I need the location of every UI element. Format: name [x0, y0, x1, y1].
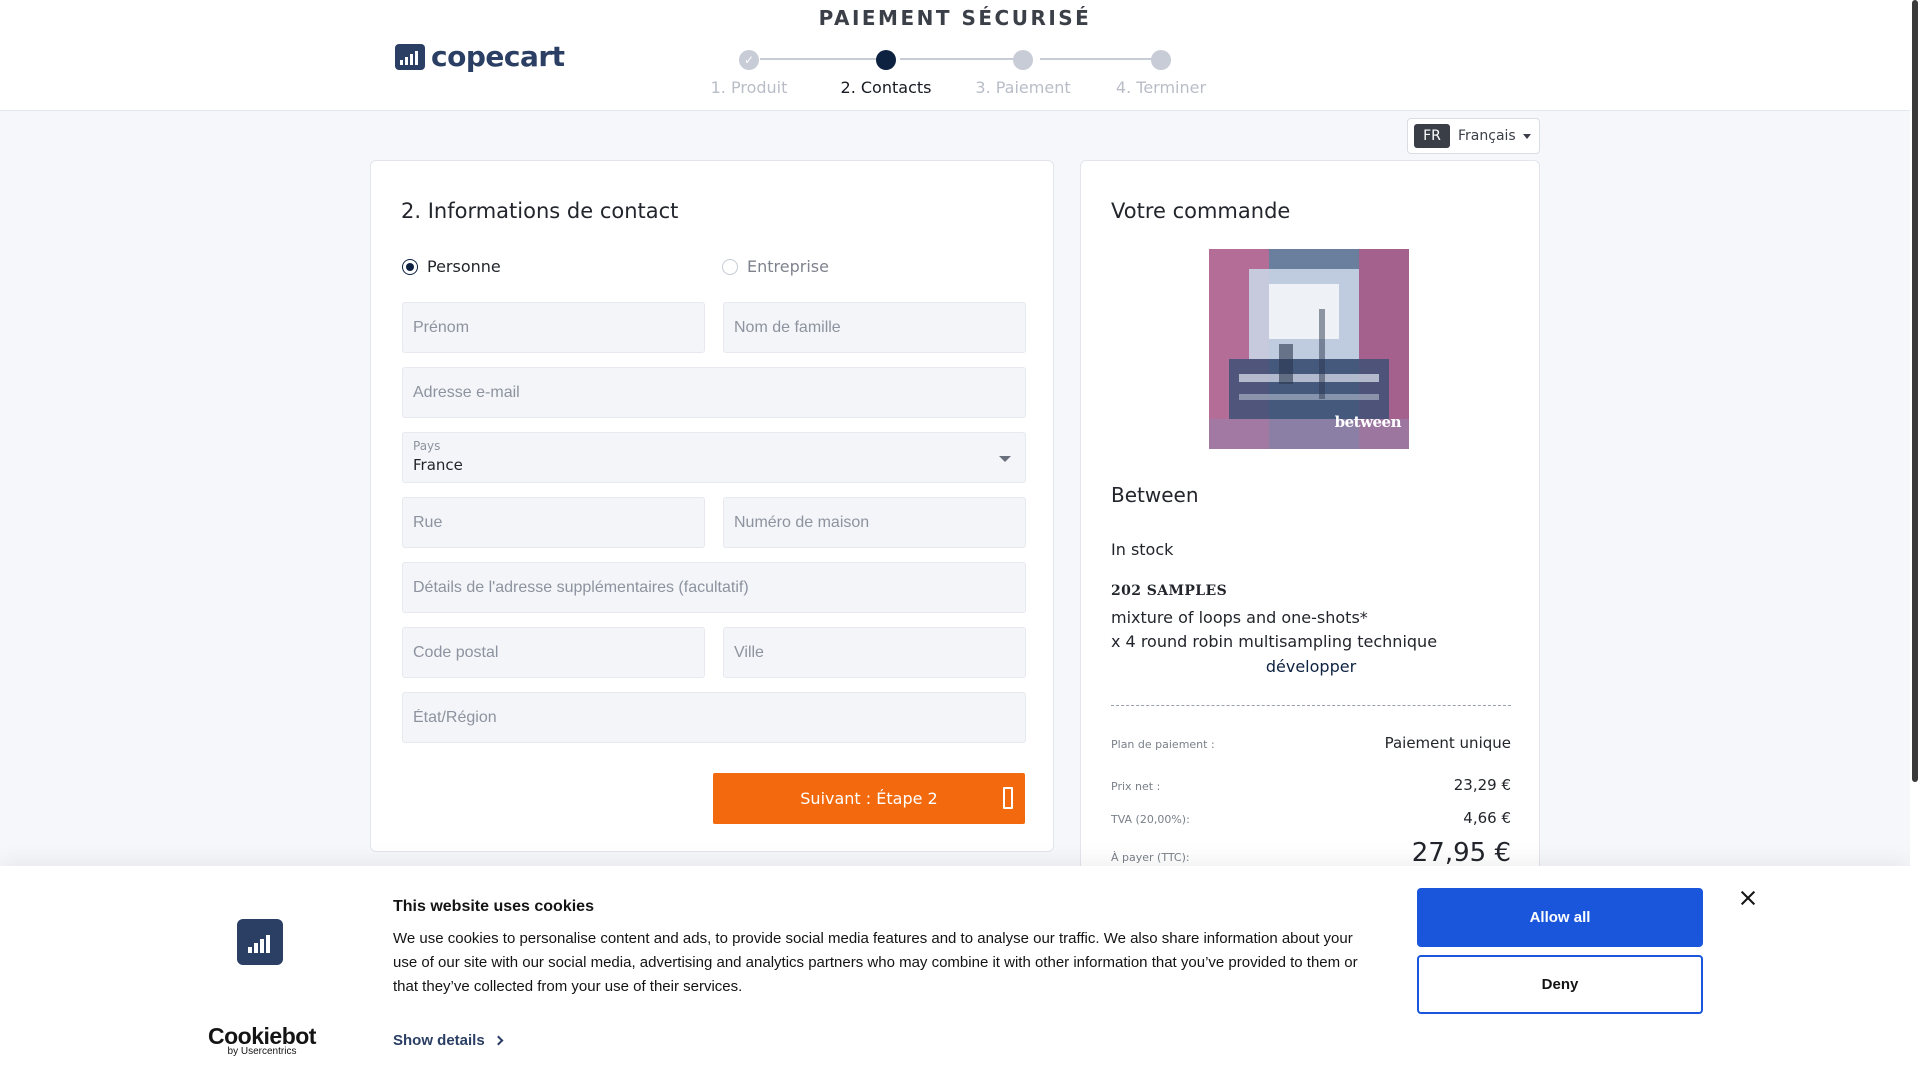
country-value: France [413, 456, 463, 474]
email-input[interactable] [413, 383, 1015, 402]
net-price-value: 23,29 € [1453, 776, 1511, 794]
first-name-field[interactable] [402, 302, 705, 353]
house-number-input[interactable] [734, 513, 1015, 532]
step-label: 3. Paiement [975, 78, 1071, 97]
vat-value: 4,66 € [1463, 809, 1511, 827]
deny-button[interactable]: Deny [1417, 955, 1703, 1014]
total-value: 27,95 € [1411, 838, 1511, 868]
samples-count: 202 SAMPLES [1111, 583, 1228, 599]
radio-company-label: Entreprise [747, 257, 829, 276]
language-select[interactable]: FR Français [1407, 118, 1540, 154]
payment-plan-value: Paiement unique [1384, 734, 1511, 752]
contact-form-card: 2. Informations de contact Personne Entr… [370, 160, 1054, 852]
radio-unchecked-icon [722, 258, 738, 275]
state-field[interactable] [402, 692, 1026, 743]
country-label: Pays [413, 439, 441, 453]
page-header: copecart PAIEMENT SÉCURISÉ ✓ 1. Produit … [0, 0, 1910, 111]
vat-label: TVA (20,00%): [1111, 813, 1190, 826]
copecart-logo[interactable]: copecart [395, 40, 565, 73]
cookiebot-logo[interactable]: Cookiebot by Usercentrics [207, 1024, 317, 1057]
step-label: 1. Produit [710, 78, 788, 97]
step-label: 2. Contacts [840, 78, 932, 97]
house-number-field[interactable] [723, 497, 1026, 548]
state-input[interactable] [413, 708, 1015, 727]
active-step-dot [876, 50, 896, 70]
allow-all-button[interactable]: Allow all [1417, 888, 1703, 947]
show-details-link[interactable]: Show details [393, 1032, 504, 1049]
radio-checked-icon [402, 258, 418, 275]
postal-code-field[interactable] [402, 627, 705, 678]
description-line: mixture of loops and one-shots* [1111, 608, 1368, 627]
cookie-banner: Cookiebot by Usercentrics This website u… [0, 866, 1910, 1080]
first-name-input[interactable] [413, 318, 694, 337]
cookie-title: This website uses cookies [393, 898, 594, 915]
radio-person-label: Personne [427, 257, 501, 276]
pending-step-dot [1151, 50, 1171, 70]
street-input[interactable] [413, 513, 694, 532]
last-name-input[interactable] [734, 318, 1015, 337]
door-icon [1003, 787, 1013, 809]
divider [1111, 705, 1511, 706]
email-field[interactable] [402, 367, 1026, 418]
brand-name: copecart [431, 40, 565, 73]
last-name-field[interactable] [723, 302, 1026, 353]
expand-description-link[interactable]: développer [1081, 657, 1541, 676]
cookiebot-brand: Cookiebot [208, 1023, 316, 1049]
stock-status: In stock [1111, 540, 1174, 559]
payment-plan-row: Plan de paiement : Paiement unique [1111, 734, 1511, 752]
show-details-label: Show details [393, 1032, 485, 1049]
checkout-stepper: ✓ 1. Produit 2. Contacts 3. Paiement 4. … [690, 50, 1230, 110]
step-payment: 3. Paiement [953, 50, 1093, 97]
radio-person[interactable]: Personne [402, 257, 501, 276]
total-row: À payer (TTC): 27,95 € [1111, 838, 1511, 868]
check-icon: ✓ [739, 50, 759, 70]
vat-row: TVA (20,00%): 4,66 € [1111, 809, 1511, 827]
city-input[interactable] [734, 643, 1015, 662]
product-name: Between [1111, 483, 1199, 507]
net-price-row: Prix net : 23,29 € [1111, 776, 1511, 794]
next-step-button[interactable]: Suivant : Étape 2 [713, 773, 1025, 824]
product-image: between [1209, 249, 1409, 449]
cookiebot-site-logo-icon [237, 919, 283, 965]
step-label: 4. Terminer [1115, 78, 1207, 97]
net-price-label: Prix net : [1111, 780, 1161, 793]
chevron-right-icon [493, 1035, 504, 1046]
postal-code-input[interactable] [413, 643, 694, 662]
pending-step-dot [1013, 50, 1033, 70]
next-step-label: Suivant : Étape 2 [800, 789, 938, 808]
total-label: À payer (TTC): [1111, 851, 1190, 864]
cookie-text: We use cookies to personalise content an… [393, 930, 1358, 995]
step-finish: 4. Terminer [1091, 50, 1231, 97]
product-image-text: between [1334, 413, 1402, 431]
language-name: Français [1458, 128, 1516, 144]
payment-plan-label: Plan de paiement : [1111, 738, 1215, 751]
caret-down-icon [1523, 134, 1531, 139]
close-icon[interactable] [1738, 888, 1758, 908]
contact-title: 2. Informations de contact [401, 199, 679, 223]
city-field[interactable] [723, 627, 1026, 678]
scrollbar-thumb[interactable] [1912, 0, 1918, 782]
description-line: x 4 round robin multisampling technique [1111, 632, 1438, 651]
order-summary-card: Votre commande between Between In stock … [1080, 160, 1540, 920]
street-field[interactable] [402, 497, 705, 548]
copecart-logo-icon [395, 43, 425, 70]
page-scrollbar[interactable] [1910, 0, 1920, 1080]
address-extra-input[interactable] [413, 578, 1015, 597]
language-code: FR [1414, 124, 1450, 148]
address-extra-field[interactable] [402, 562, 1026, 613]
radio-company[interactable]: Entreprise [722, 257, 829, 276]
step-product[interactable]: ✓ 1. Produit [679, 50, 819, 97]
country-select[interactable]: Pays France [402, 432, 1026, 483]
step-contacts: 2. Contacts [816, 50, 956, 97]
order-title: Votre commande [1111, 199, 1291, 223]
caret-down-icon [999, 456, 1011, 462]
secure-payment-title: PAIEMENT SÉCURISÉ [818, 6, 1092, 30]
